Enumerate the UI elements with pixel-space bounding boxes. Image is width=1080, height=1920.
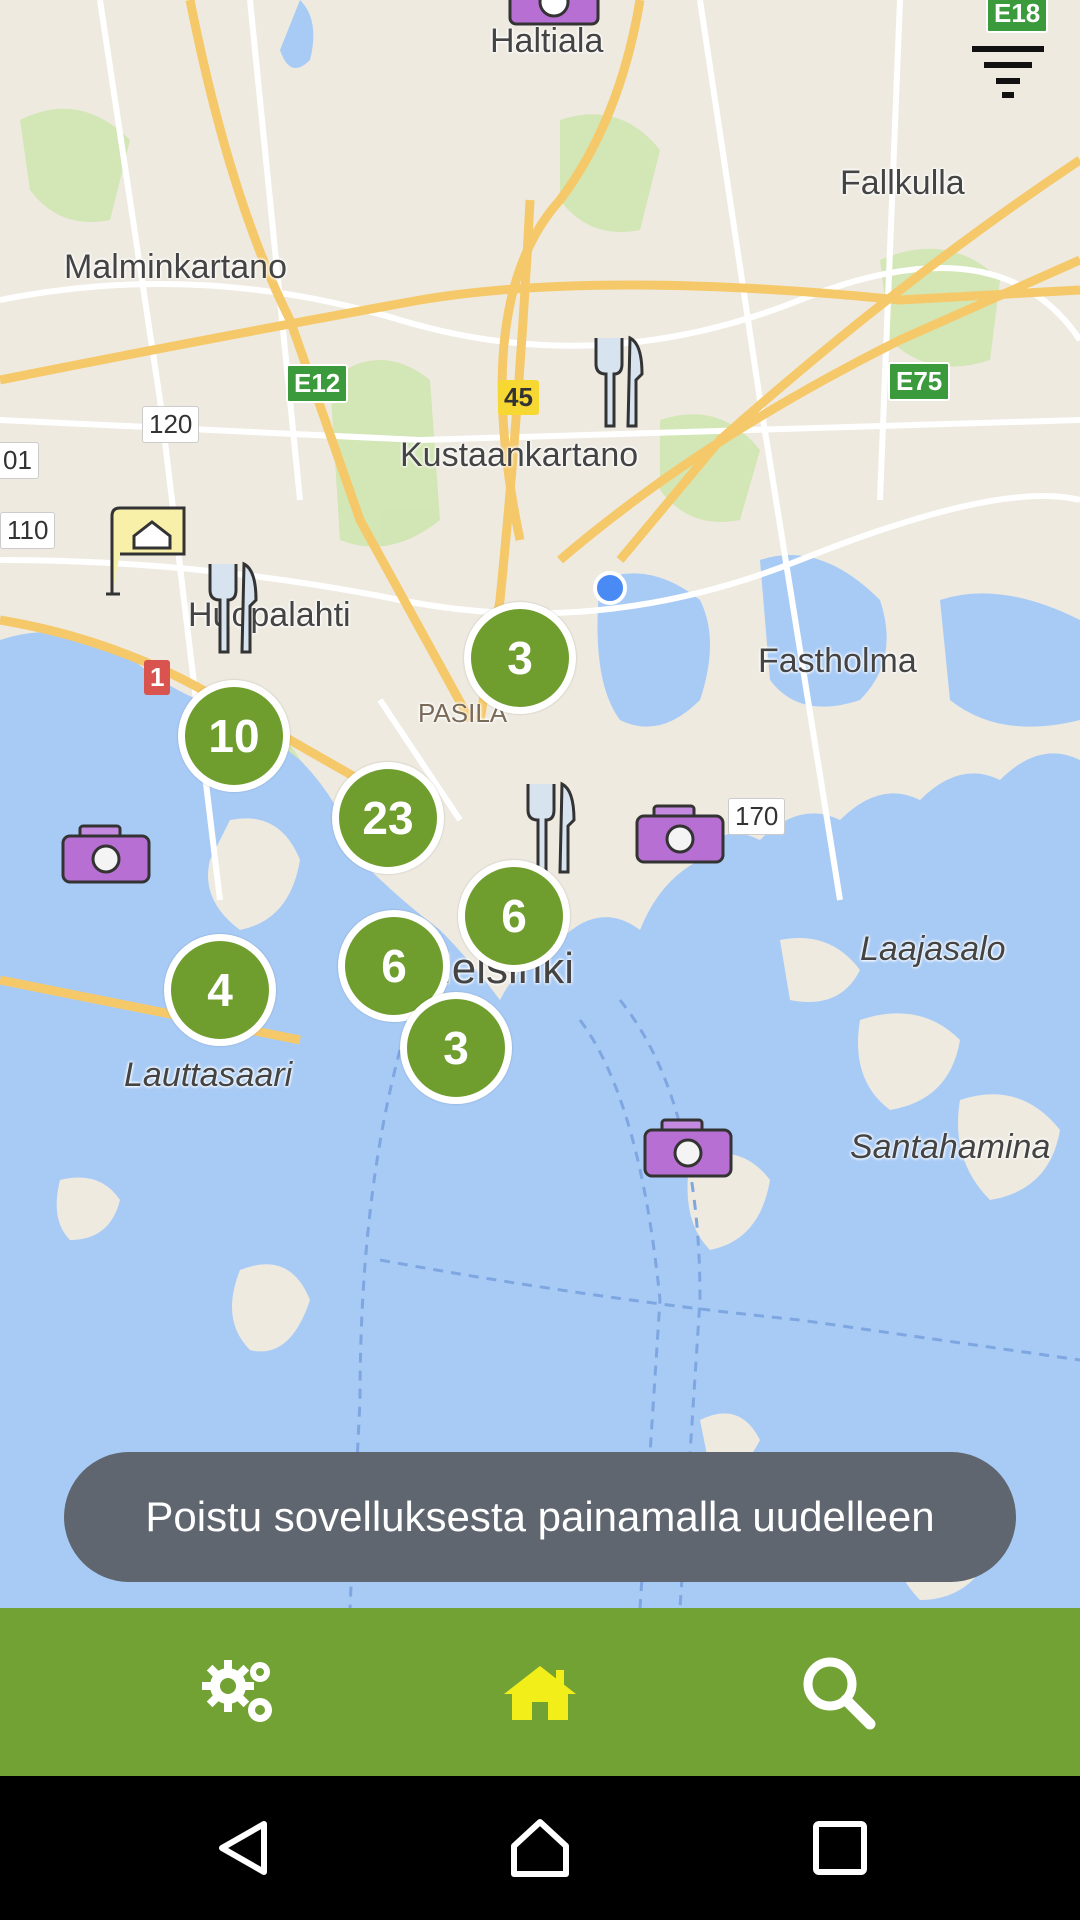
cluster-marker[interactable]: 23 (332, 762, 444, 874)
road-shield-170: 170 (728, 798, 786, 835)
home-icon (504, 1666, 576, 1720)
search-button[interactable] (738, 1608, 938, 1776)
system-navigation-bar (0, 1776, 1080, 1920)
place-label-fallkulla: Fallkulla (840, 164, 965, 202)
toast-message: Poistu sovelluksesta painamalla uudellee… (64, 1452, 1016, 1582)
cluster-marker[interactable]: 3 (464, 602, 576, 714)
road-shield-01: 01 (0, 442, 39, 479)
camera-icon[interactable] (642, 1118, 734, 1180)
place-label-santahamina: Santahamina (850, 1128, 1051, 1166)
road-shield-120: 120 (142, 406, 200, 443)
road-shield-e75: E75 (888, 362, 951, 401)
road-shield-1: 1 (144, 660, 171, 695)
recents-button[interactable] (760, 1776, 920, 1920)
place-label-fastholma: Fastholma (758, 642, 917, 680)
search-icon (803, 1657, 876, 1730)
back-icon (219, 1821, 267, 1875)
restaurant-icon[interactable] (590, 334, 646, 430)
toast-text: Poistu sovelluksesta painamalla uudellee… (145, 1493, 935, 1540)
cluster-marker[interactable]: 3 (400, 992, 512, 1104)
road-shield-45: 45 (498, 380, 539, 415)
home-circle-icon (511, 1819, 569, 1877)
home-tab-button[interactable] (440, 1608, 640, 1776)
cluster-marker[interactable]: 4 (164, 934, 276, 1046)
place-label-laajasalo: Laajasalo (860, 930, 1006, 968)
home-nav-button[interactable] (460, 1776, 620, 1920)
recents-square-icon (813, 1821, 867, 1875)
place-label-kustaankartano: Kustaankartano (400, 436, 639, 474)
camera-icon[interactable] (506, 0, 602, 28)
filter-icon[interactable] (970, 40, 1046, 100)
road-shield-e18: E18 (986, 0, 1049, 33)
settings-button[interactable] (140, 1608, 340, 1776)
bottom-nav-bar (0, 1608, 1080, 1776)
place-label-lauttasaari: Lauttasaari (124, 1056, 293, 1094)
map-view[interactable]: Haltiala Fallkulla Malminkartano Kustaan… (0, 0, 1080, 1608)
camera-icon[interactable] (634, 804, 726, 866)
camera-icon[interactable] (60, 824, 152, 886)
cluster-marker[interactable]: 6 (458, 860, 570, 972)
back-button[interactable] (162, 1776, 322, 1920)
place-label-malminkartano: Malminkartano (64, 248, 287, 286)
road-shield-110: 110 (0, 512, 56, 549)
restaurant-icon[interactable] (204, 560, 260, 656)
location-dot-icon (593, 571, 627, 605)
settings-gears-icon (202, 1660, 272, 1722)
hostel-flag-icon[interactable] (104, 502, 192, 598)
cluster-marker[interactable]: 10 (178, 680, 290, 792)
road-shield-e12: E12 (286, 364, 349, 403)
